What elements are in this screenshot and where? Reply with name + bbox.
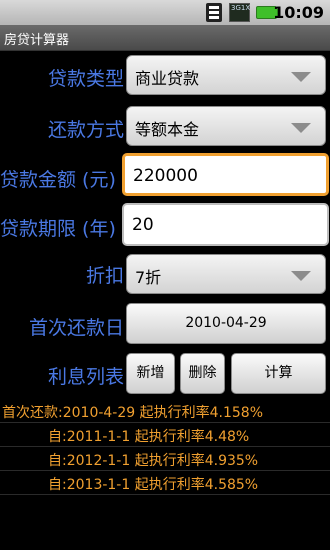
rate-list-item[interactable]: 首次还款:2010-4-29 起执行利率4.158% [0, 401, 330, 423]
loan-term-input[interactable]: 20 [122, 203, 329, 246]
loan-type-label: 贷款类型 [47, 68, 124, 90]
rate-list-item[interactable]: 自:2011-1-1 起执行利率4.48% [0, 425, 330, 447]
status-time: 10:09 [273, 3, 324, 22]
signal-icon: 3G1X [229, 3, 250, 22]
loan-type-spinner[interactable]: 商业贷款 [126, 55, 326, 95]
discount-spinner[interactable]: 7折 [126, 254, 326, 294]
repayment-method-value: 等额本金 [135, 120, 200, 139]
loan-type-value: 商业贷款 [135, 69, 200, 88]
discount-label: 折扣 [85, 265, 124, 287]
loan-amount-label: 贷款金额 (元) [0, 169, 116, 191]
first-payment-date-button[interactable]: 2010-04-29 [126, 303, 326, 344]
chevron-down-icon [291, 271, 311, 281]
rate-list-item-text: 首次还款:2010-4-29 起执行利率4.158% [2, 405, 264, 421]
repayment-method-label: 还款方式 [47, 119, 124, 141]
delete-rate-button[interactable]: 删除 [180, 353, 225, 394]
loan-term-label: 贷款期限 (年) [0, 218, 116, 240]
rate-list-item[interactable]: 自:2012-1-1 起执行利率4.935% [0, 449, 330, 471]
calculate-button[interactable]: 计算 [231, 353, 326, 394]
loan-amount-input[interactable]: 220000 [122, 153, 329, 196]
loan-amount-value: 220000 [133, 166, 198, 186]
wifi-icon [206, 3, 222, 22]
discount-value: 7折 [135, 268, 162, 287]
repayment-method-spinner[interactable]: 等额本金 [126, 106, 326, 146]
interest-list-label: 利息列表 [47, 366, 124, 388]
rate-list-item-text: 自:2013-1-1 起执行利率4.585% [48, 477, 259, 493]
loan-term-value: 20 [132, 215, 154, 235]
chevron-down-icon [291, 123, 311, 133]
rate-list-item-text: 自:2012-1-1 起执行利率4.935% [48, 453, 259, 469]
rate-list-item-text: 自:2011-1-1 起执行利率4.48% [48, 429, 250, 445]
first-payment-label: 首次还款日 [28, 317, 124, 339]
status-bar: 3G1X 10:09 [0, 0, 330, 25]
network-type-label: 3G1X [231, 4, 251, 12]
rate-list-item[interactable]: 自:2013-1-1 起执行利率4.585% [0, 473, 330, 495]
app-title-bar: 房贷计算器 [0, 25, 330, 51]
chevron-down-icon [291, 72, 311, 82]
add-rate-button[interactable]: 新增 [126, 353, 175, 394]
app-title: 房贷计算器 [4, 33, 70, 48]
